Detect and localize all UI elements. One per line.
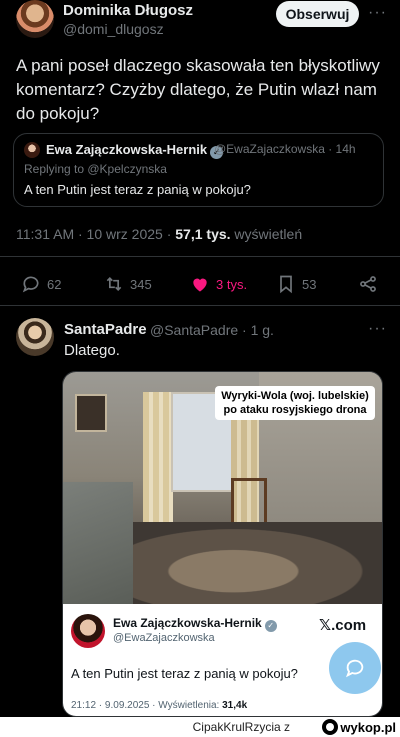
reply-more-options-icon[interactable]: ···	[368, 320, 387, 338]
damaged-room-photo: Wyryki-Wola (woj. lubelskie) po ataku ro…	[63, 372, 382, 604]
like-count: 3 tys.	[216, 276, 248, 292]
author-handle[interactable]: @domi_dlugosz	[63, 21, 164, 37]
screenshot-card: Ewa Zajączkowska-Hernik ✓ @EwaZajaczkowsk…	[63, 604, 382, 716]
wykop-logo-icon	[322, 719, 339, 735]
photo-wall-picture	[75, 394, 107, 432]
replying-to: Replying to @Kpelczynska	[24, 162, 167, 176]
author-avatar[interactable]	[16, 0, 54, 38]
footer-credit: CipakKrulRzycia z	[192, 720, 290, 734]
chat-bubble-icon	[345, 659, 364, 678]
quoted-text: A ten Putin jest teraz z panią w pokoju?	[24, 182, 251, 197]
divider	[0, 305, 400, 306]
follow-button[interactable]: Obserwuj	[276, 1, 359, 27]
views-label: wyświetleń	[230, 226, 303, 242]
quoted-author-name: Ewa Zajączkowska-Hernik ✓	[46, 142, 224, 159]
heart-icon	[193, 278, 207, 292]
bookmark-count: 53	[302, 276, 317, 292]
photo-rubble	[133, 522, 382, 604]
wykop-logo: wykop.pl	[322, 719, 396, 735]
share-icon	[360, 276, 376, 292]
more-options-icon[interactable]: ···	[368, 4, 387, 22]
card-text: A ten Putin jest teraz z panią w pokoju?	[71, 666, 298, 681]
x-logo: 𝕏.com	[319, 617, 367, 634]
repost-count: 345	[130, 276, 152, 292]
card-author-name: Ewa Zajączkowska-Hernik ✓	[113, 616, 277, 632]
card-author-handle: @EwaZajaczkowska	[113, 632, 215, 644]
author-name[interactable]: Dominika Długosz	[63, 2, 193, 19]
reply-media[interactable]: Wyryki-Wola (woj. lubelskie) po ataku ro…	[62, 371, 383, 717]
tweet-text: A pani poseł dlaczego skasowała ten błys…	[16, 56, 380, 123]
reply-count: 62	[47, 276, 62, 292]
repost-button[interactable]: 345	[104, 272, 152, 296]
tweet-meta: 11:31 AM · 10 wrz 2025 · 57,1 tys. wyświ…	[16, 226, 302, 242]
bookmark-icon	[280, 275, 292, 294]
reply-author-handle[interactable]: @SantaPadre · 1 g.	[150, 322, 274, 338]
like-button[interactable]: 3 tys.	[190, 272, 247, 296]
card-view-count: 31,4k	[222, 700, 248, 711]
reply-text: Dlatego.	[64, 342, 120, 359]
verified-icon: ✓	[264, 620, 277, 632]
photo-curtain	[143, 392, 173, 542]
compose-reply-button[interactable]	[329, 642, 381, 694]
photo-sofa	[63, 482, 133, 604]
card-author-avatar	[71, 614, 105, 648]
tweet-time: 11:31 AM · 10 wrz 2025 ·	[16, 226, 176, 242]
photo-caption-label: Wyryki-Wola (woj. lubelskie) po ataku ro…	[215, 386, 375, 420]
share-button[interactable]	[358, 272, 384, 296]
quoted-author-avatar	[24, 142, 40, 158]
reply-author-avatar[interactable]	[16, 318, 54, 356]
bookmark-button[interactable]: 53	[276, 272, 316, 296]
divider	[0, 256, 400, 257]
quoted-author-handle: @EwaZajaczkowska · 14h	[214, 142, 356, 156]
card-meta: 21:12 · 9.09.2025 · Wyświetlenia: 31,4k	[71, 700, 248, 711]
photo-chair	[231, 478, 267, 522]
repost-icon	[106, 276, 122, 292]
reply-icon	[22, 276, 39, 293]
view-count: 57,1 tys.	[175, 226, 231, 242]
footer-bar: CipakKrulRzycia z wykop.pl	[0, 717, 400, 737]
reply-button[interactable]: 62	[21, 272, 61, 296]
quoted-tweet[interactable]: Ewa Zajączkowska-Hernik ✓ @EwaZajaczkowsk…	[13, 133, 384, 207]
reply-author-name[interactable]: SantaPadre	[64, 321, 147, 338]
